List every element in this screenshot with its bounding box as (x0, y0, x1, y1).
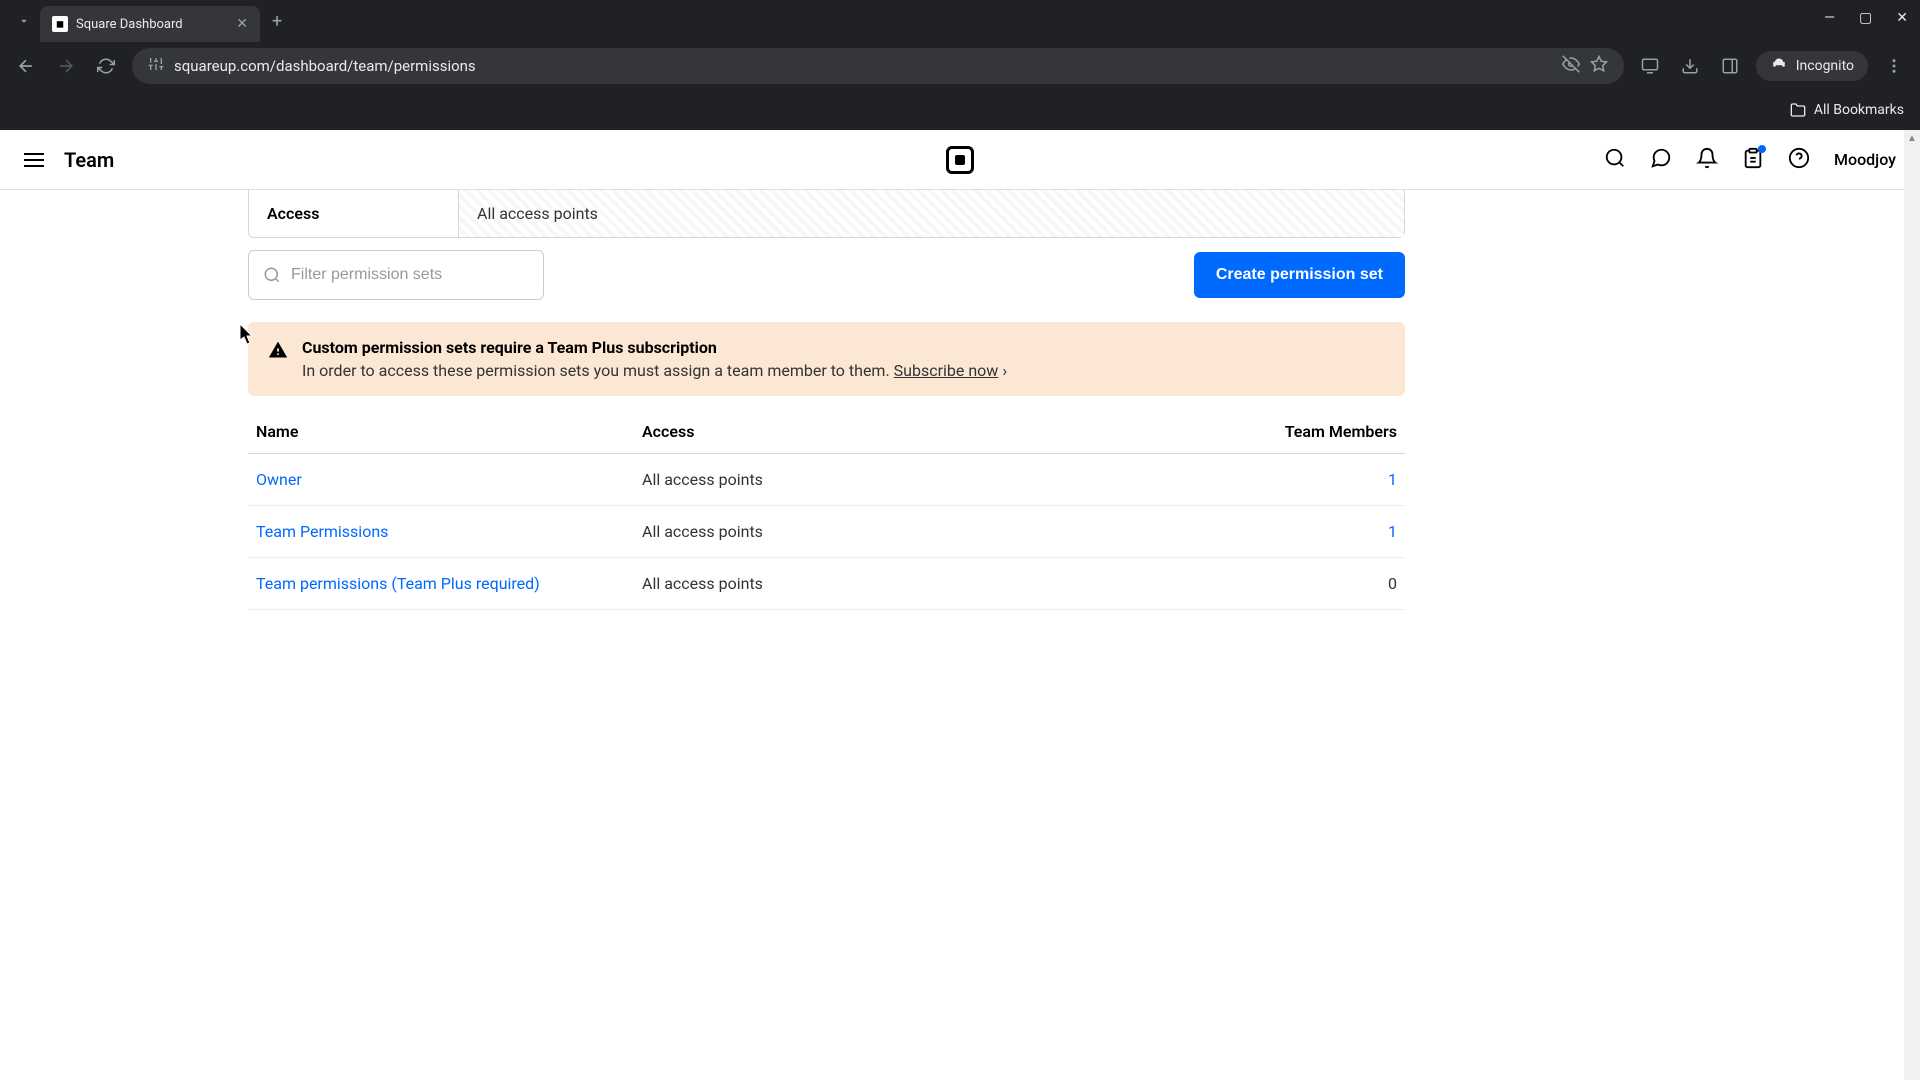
filter-value[interactable]: All access points (459, 190, 1404, 237)
create-permission-set-button[interactable]: Create permission set (1194, 252, 1405, 298)
incognito-badge[interactable]: Incognito (1756, 51, 1868, 81)
tab-bar: ◼ Square Dashboard ✕ + — ▢ ✕ (0, 0, 1920, 42)
row-name-link[interactable]: Owner (256, 470, 642, 489)
window-minimize-icon[interactable]: — (1824, 10, 1835, 26)
search-box[interactable] (248, 250, 544, 300)
clipboard-icon[interactable] (1742, 147, 1764, 173)
browser-menu-icon[interactable] (1880, 52, 1908, 80)
chat-icon[interactable] (1650, 147, 1672, 173)
tab-favicon-icon: ◼ (52, 16, 68, 32)
row-access: All access points (642, 522, 1217, 541)
warning-icon (268, 340, 288, 380)
filter-input[interactable] (291, 266, 529, 284)
row-members[interactable]: 1 (1217, 470, 1397, 489)
downloads-icon[interactable] (1676, 52, 1704, 80)
browser-chrome: ◼ Square Dashboard ✕ + — ▢ ✕ squareup.co… (0, 0, 1920, 130)
app-header: Team Moodjoy (0, 130, 1920, 190)
table-header: Name Access Team Members (248, 410, 1405, 454)
search-icon[interactable] (1604, 147, 1626, 173)
scrollbar-track[interactable]: ▲ (1904, 130, 1920, 1080)
all-bookmarks-button[interactable]: All Bookmarks (1790, 102, 1904, 118)
help-icon[interactable] (1788, 147, 1810, 173)
nav-bar: squareup.com/dashboard/team/permissions … (0, 42, 1920, 90)
eye-off-icon[interactable] (1562, 55, 1580, 77)
col-header-members: Team Members (1217, 422, 1397, 441)
table-row[interactable]: OwnerAll access points1 (248, 454, 1405, 506)
square-logo-icon[interactable] (946, 146, 974, 174)
browser-tab[interactable]: ◼ Square Dashboard ✕ (40, 6, 260, 42)
tab-close-icon[interactable]: ✕ (236, 16, 248, 32)
row-name-link[interactable]: Team permissions (Team Plus required) (256, 574, 642, 593)
nav-back-icon[interactable] (12, 52, 40, 80)
warning-title: Custom permission sets require a Team Pl… (302, 338, 1385, 357)
bookmark-star-icon[interactable] (1590, 55, 1608, 77)
warning-banner: Custom permission sets require a Team Pl… (248, 322, 1405, 396)
bell-icon[interactable] (1696, 147, 1718, 173)
main-content: Access All access points Create permissi… (0, 190, 1405, 610)
new-tab-icon[interactable]: + (272, 11, 282, 32)
nav-forward-icon[interactable] (52, 52, 80, 80)
user-name[interactable]: Moodjoy (1834, 150, 1896, 169)
media-control-icon[interactable] (1636, 52, 1664, 80)
col-header-name: Name (256, 422, 642, 441)
filter-label: Access (249, 190, 459, 237)
warning-text: In order to access these permission sets… (302, 361, 1385, 380)
scrollbar-up-icon[interactable]: ▲ (1904, 130, 1920, 146)
side-panel-icon[interactable] (1716, 52, 1744, 80)
tab-dropdown-icon[interactable] (8, 5, 40, 37)
tab-title: Square Dashboard (76, 17, 228, 32)
col-header-access: Access (642, 422, 1217, 441)
nav-reload-icon[interactable] (92, 52, 120, 80)
all-bookmarks-label: All Bookmarks (1814, 102, 1904, 118)
incognito-label: Incognito (1796, 58, 1854, 74)
table-row[interactable]: Team PermissionsAll access points1 (248, 506, 1405, 558)
table-row[interactable]: Team permissions (Team Plus required)All… (248, 558, 1405, 610)
row-access: All access points (642, 470, 1217, 489)
search-input-icon (263, 266, 281, 284)
bookmark-bar: All Bookmarks (0, 90, 1920, 130)
filter-panel: Access All access points (248, 190, 1405, 238)
window-maximize-icon[interactable]: ▢ (1859, 10, 1872, 26)
page-title: Team (64, 148, 114, 172)
row-access: All access points (642, 574, 1217, 593)
address-bar[interactable]: squareup.com/dashboard/team/permissions (132, 48, 1624, 84)
subscribe-link[interactable]: Subscribe now (894, 361, 999, 380)
url-text: squareup.com/dashboard/team/permissions (174, 57, 1552, 75)
permissions-table: Name Access Team Members OwnerAll access… (248, 410, 1405, 610)
row-members[interactable]: 1 (1217, 522, 1397, 541)
chevron-right-icon: › (1002, 361, 1007, 380)
site-settings-icon[interactable] (148, 56, 164, 76)
window-close-icon[interactable]: ✕ (1896, 10, 1908, 26)
window-controls: — ▢ ✕ (1824, 10, 1908, 26)
row-name-link[interactable]: Team Permissions (256, 522, 642, 541)
row-members: 0 (1217, 574, 1397, 593)
hamburger-menu-icon[interactable] (24, 153, 44, 167)
actions-row: Create permission set (248, 250, 1405, 300)
